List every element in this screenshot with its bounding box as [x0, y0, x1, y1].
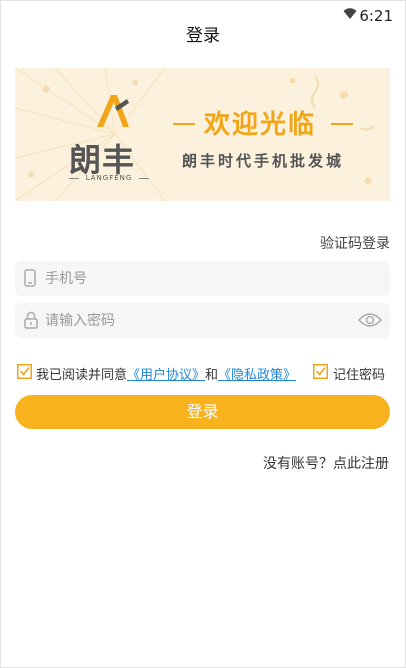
welcome-divider-right — [331, 123, 353, 125]
agree-prefix: 我已阅读并同意 — [36, 368, 128, 383]
lock-icon — [24, 311, 38, 329]
agreement-row: 我已阅读并同意《用户协议》和《隐私政策》 记住密码 — [17, 363, 389, 383]
brand-subtitle: LANGFENG — [69, 174, 149, 182]
brand-logo-icon — [97, 95, 129, 127]
banner-slogan: 朗丰时代手机批发城 — [181, 152, 344, 170]
password-input[interactable] — [45, 303, 345, 338]
user-agreement-link[interactable]: 《用户协议》 — [127, 368, 205, 383]
wifi-icon — [343, 8, 357, 19]
phone-icon — [24, 269, 36, 287]
phone-input[interactable] — [45, 261, 345, 296]
privacy-policy-link[interactable]: 《隐私政策》 — [218, 368, 296, 383]
remember-password-label[interactable]: 记住密码 — [333, 364, 385, 383]
page-title: 登录 — [186, 26, 220, 46]
and-text: 和 — [205, 368, 219, 383]
sms-login-link[interactable]: 验证码登录 — [320, 233, 390, 253]
password-field[interactable] — [15, 303, 390, 338]
agreement-text: 我已阅读并同意《用户协议》和《隐私政策》 — [36, 364, 296, 383]
register-link[interactable]: 没有账号？点此注册 — [263, 453, 389, 473]
remember-checkbox[interactable] — [313, 364, 328, 379]
eye-icon[interactable] — [358, 312, 382, 328]
phone-field[interactable] — [15, 261, 390, 296]
welcome-text: 欢迎光临 — [203, 110, 316, 140]
login-button[interactable]: 登录 — [15, 395, 390, 429]
agree-checkbox[interactable] — [17, 364, 32, 379]
login-screen: 6:21 登录 朗丰 LANGFENG 欢迎光临 朗丰时代手机批发城 验证码登录… — [0, 0, 406, 668]
welcome-banner: 朗丰 LANGFENG 欢迎光临 朗丰时代手机批发城 — [15, 68, 390, 201]
